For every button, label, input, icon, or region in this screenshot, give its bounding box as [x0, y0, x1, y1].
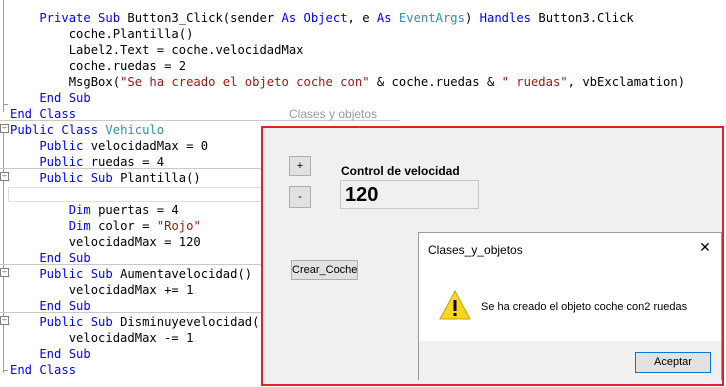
code-token: Public Sub: [10, 267, 121, 281]
code-line[interactable]: Label2.Text = coche.velocidadMax: [0, 42, 726, 58]
code-text: Label2.Text = coche.velocidadMax: [10, 42, 304, 58]
code-text: End Sub: [10, 346, 91, 362]
code-text: Public Sub Disminuyevelocidad(): [10, 314, 267, 330]
speed-value-box: 120: [340, 180, 479, 209]
code-text: End Sub: [10, 90, 91, 106]
code-text: Public velocidadMax = 0: [10, 138, 208, 154]
code-token: , vbExclamation): [567, 75, 686, 89]
form-title: Clases y objetos: [289, 107, 378, 121]
code-text: velocidadMax += 1: [10, 282, 194, 298]
code-line[interactable]: Private Sub Button3_Click(sender As Obje…: [0, 10, 726, 26]
code-token: Handles: [479, 11, 539, 25]
code-token: Public Sub: [10, 315, 121, 329]
code-token: Vehiculo: [105, 123, 165, 137]
code-token: Public Sub: [10, 171, 121, 185]
ok-button[interactable]: Aceptar: [635, 352, 711, 373]
code-token: As: [376, 11, 399, 25]
code-token: "Rojo": [156, 219, 201, 233]
code-line[interactable]: coche.ruedas = 2: [0, 58, 726, 74]
code-text: Dim color = "Rojo": [10, 218, 201, 234]
speed-control-label: Control de velocidad: [341, 164, 460, 178]
code-token: coche.Plantilla(): [10, 27, 194, 41]
code-text: velocidadMax = 120: [10, 234, 201, 250]
code-token: puertas = 4: [98, 203, 179, 217]
create-car-button[interactable]: Crear_Coche: [291, 260, 358, 280]
code-token: Aumentavelocidad(): [120, 267, 253, 281]
code-token: Public: [10, 155, 91, 169]
code-token: End Class: [10, 107, 77, 121]
code-token: " ruedas": [501, 75, 568, 89]
code-token: "Se ha creado el objeto coche con": [120, 75, 370, 89]
message-text: Se ha creado el objeto coche con2 ruedas: [481, 301, 688, 313]
code-token: & coche.ruedas &: [369, 75, 502, 89]
code-text: Dim puertas = 4: [10, 202, 179, 218]
code-token: Private Sub: [10, 11, 128, 25]
code-token: End Sub: [10, 251, 91, 265]
code-token: velocidadMax = 0: [90, 139, 209, 153]
message-box-footer: Aceptar: [419, 341, 721, 380]
code-token: Button3_Click(sender: [127, 11, 282, 25]
code-token: velocidadMax = 120: [10, 235, 201, 249]
code-token: velocidadMax += 1: [10, 283, 194, 297]
code-token: Public: [10, 139, 91, 153]
code-token: , e: [347, 11, 377, 25]
code-token: End Sub: [10, 91, 91, 105]
code-token: Disminuyevelocidad(): [120, 315, 267, 329]
code-text: Public Sub Plantilla(): [10, 170, 201, 186]
code-token: End Class: [10, 363, 77, 377]
code-line[interactable]: MsgBox("Se ha creado el objeto coche con…: [0, 74, 726, 90]
close-icon[interactable]: ✕: [695, 239, 715, 257]
code-text: coche.Plantilla(): [10, 26, 194, 42]
code-text: Public ruedas = 4: [10, 154, 164, 170]
code-text: Private Sub Button3_Click(sender As Obje…: [10, 10, 634, 26]
message-box: Clases_y_objetos ✕ Se ha creado el objet…: [418, 232, 722, 380]
decrease-button[interactable]: -: [289, 186, 311, 208]
code-text: Public Sub Aumentavelocidad(): [10, 266, 252, 282]
code-text: MsgBox("Se ha creado el objeto coche con…: [10, 74, 685, 90]
code-token: Dim: [10, 219, 99, 233]
code-token: Label2.Text = coche.velocidadMax: [10, 43, 304, 57]
increase-button[interactable]: +: [289, 156, 311, 176]
code-text: Public Class Vehiculo: [10, 122, 164, 138]
code-token: coche.ruedas = 2: [10, 59, 187, 73]
code-token: End Sub: [10, 299, 91, 313]
code-line[interactable]: coche.Plantilla(): [0, 26, 726, 42]
code-text: End Sub: [10, 250, 91, 266]
code-token: MsgBox(: [10, 75, 121, 89]
code-text: coche.ruedas = 2: [10, 58, 186, 74]
message-box-title: Clases_y_objetos: [428, 243, 523, 257]
code-token: Dim: [10, 203, 99, 217]
code-token: ruedas = 4: [90, 155, 165, 169]
code-token: Public Class: [10, 123, 106, 137]
code-token: color =: [98, 219, 157, 233]
code-text: End Class: [10, 106, 76, 122]
code-text: End Sub: [10, 298, 91, 314]
code-token: EventArgs: [398, 11, 465, 25]
code-token: Button3.Click: [538, 11, 634, 25]
code-text: End Class: [10, 362, 76, 378]
code-line[interactable]: End Sub: [0, 90, 726, 106]
code-token: Plantilla(): [120, 171, 201, 185]
code-token: End Sub: [10, 347, 91, 361]
speed-value: 120: [345, 184, 379, 206]
code-token: velocidadMax -= 1: [10, 331, 194, 345]
code-token: ): [464, 11, 480, 25]
warning-icon: [439, 290, 471, 320]
code-text: velocidadMax -= 1: [10, 330, 194, 346]
code-token: As Object: [281, 11, 348, 25]
